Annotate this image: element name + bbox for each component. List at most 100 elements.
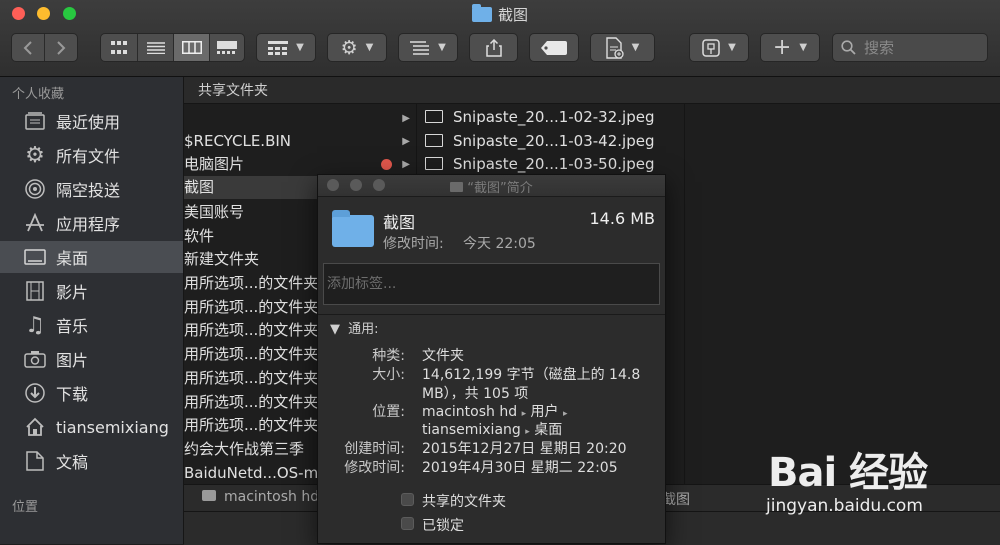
general-disclosure[interactable]: ▼ 通用: [330, 318, 379, 337]
action-menu-button[interactable]: ⚙ ▼ [327, 33, 387, 62]
item-label: 新建文件夹 [184, 250, 260, 268]
sidebar: 个人收藏 最近使用 ⚙ 所有文件 隔空投送 应用程序 桌面 影片 ♫ 音乐 图片… [0, 77, 184, 544]
item-label: Snipaste_20...1-03-50.jpeg [453, 155, 655, 173]
info-titlebar: “截图”简介 [318, 175, 665, 197]
chevron-down-icon: ▼ [631, 42, 640, 53]
list-icon [146, 41, 165, 54]
back-button[interactable] [12, 34, 45, 61]
chevron-down-icon: ▼ [365, 42, 374, 53]
document-add-icon [605, 36, 624, 59]
divider [318, 314, 665, 315]
path-disk[interactable]: macintosh hd [224, 489, 319, 505]
sidebar-item-label: 影片 [56, 283, 89, 302]
edit-tags-button[interactable] [529, 33, 579, 62]
item-label: 截图 [184, 178, 215, 196]
item-label: 约会大作战第三季 [184, 440, 305, 458]
item-label: Snipaste_20...1-03-42.jpeg [453, 132, 655, 150]
add-button[interactable]: + ▼ [760, 33, 820, 62]
list-item[interactable]: Snipaste_20...1-02-32.jpeg [417, 106, 685, 129]
sidebar-item-label: 所有文件 [56, 147, 121, 166]
sidebar-item-applications[interactable]: 应用程序 [0, 207, 183, 239]
get-info-panel: “截图”简介 截图 14.6 MB 修改时间: 今天 22:05 ▼ 通用: 种… [317, 174, 666, 544]
created-value: 2015年12月27日 星期日 20:20 [422, 441, 627, 457]
column-view-button[interactable] [174, 34, 210, 61]
gear-icon: ⚙ [340, 36, 358, 59]
path-segment: 桌面 [534, 422, 563, 438]
forward-button[interactable] [45, 34, 77, 61]
baidu-watermark-url: jingyan.baidu.com [766, 496, 923, 516]
sidebar-item-desktop[interactable]: 桌面 [0, 241, 183, 273]
path-segment: 用户 [530, 404, 559, 420]
archive-icon [702, 38, 720, 57]
sidebar-item-label: 下载 [56, 385, 89, 404]
list-item[interactable]: 电脑图片 ▶ [184, 153, 416, 176]
list-item[interactable]: Snipaste_20...1-03-42.jpeg [417, 130, 685, 153]
sidebar-item-downloads[interactable]: 下载 [0, 377, 183, 409]
path-arrow-icon: ▸ [525, 427, 530, 437]
path-arrow-icon: ▸ [521, 409, 527, 419]
gallery-view-button[interactable] [210, 34, 244, 61]
path-segment: tiansemixiang [422, 422, 521, 438]
archive-button[interactable]: ▼ [689, 33, 749, 62]
locked-checkbox[interactable] [401, 517, 414, 530]
sidebar-item-airdrop[interactable]: 隔空投送 [0, 173, 183, 205]
list-view-button[interactable] [138, 34, 174, 61]
list-item[interactable]: Snipaste_20...1-03-50.jpeg [417, 153, 685, 176]
section-label: 通用: [348, 322, 379, 337]
column-header-title: 共享文件夹 [198, 83, 268, 99]
tags-input[interactable] [323, 263, 660, 305]
path-current[interactable]: 截图 [662, 489, 690, 509]
kind-label: 种类: [372, 348, 405, 364]
item-label: 用所选项...的文件夹 [184, 416, 319, 434]
sidebar-item-movies[interactable]: 影片 [0, 275, 183, 307]
download-icon [24, 382, 46, 404]
columns-icon [181, 41, 202, 54]
arrange-button[interactable]: ▼ [398, 33, 458, 62]
item-label: 用所选项...的文件夹 [184, 274, 319, 292]
item-label: 用所选项...的文件夹 [184, 298, 319, 316]
sidebar-item-label: 桌面 [56, 249, 89, 268]
list-item[interactable]: $RECYCLE.BIN ▶ [184, 130, 416, 153]
folder-icon [471, 4, 492, 22]
sidebar-item-music[interactable]: ♫ 音乐 [0, 309, 183, 341]
modified-value: 2019年4月30日 星期二 22:05 [422, 460, 618, 476]
sidebar-item-recents[interactable]: 最近使用 [0, 105, 183, 137]
group-icon [268, 40, 289, 55]
folder-icon [450, 182, 464, 192]
search-field[interactable] [832, 33, 988, 62]
chevron-right-icon: ▶ [402, 159, 410, 170]
chevron-down-icon: ▼ [799, 42, 808, 53]
plus-icon: + [772, 34, 792, 60]
chevron-down-icon: ▼ [438, 42, 446, 53]
item-label: BaiduNetd...OS-mac [184, 464, 336, 482]
chevron-right-icon [57, 40, 66, 55]
info-size: 14.6 MB [589, 209, 656, 228]
shared-folder-checkbox[interactable] [401, 493, 414, 506]
gear-icon: ⚙ [25, 142, 45, 168]
list-item[interactable]: ▶ [184, 107, 416, 128]
image-file-icon [425, 134, 443, 147]
sidebar-item-label: 文稿 [56, 453, 89, 472]
disclosure-triangle-icon: ▼ [330, 322, 340, 337]
image-file-icon [425, 157, 443, 170]
image-file-icon [425, 110, 443, 123]
kind-value: 文件夹 [422, 348, 464, 364]
group-by-button[interactable]: ▼ [256, 33, 316, 62]
size-label: 大小: [372, 367, 405, 383]
window-toolbar: 截图 ▼ ⚙ ▼ ▼ ▼ ▼ + ▼ 搜索 [0, 0, 1000, 77]
chevron-right-icon: ▶ [402, 113, 410, 124]
size-value-line2: MB），共 105 项 [422, 386, 529, 402]
sidebar-item-pictures[interactable]: 图片 [0, 343, 183, 375]
item-label: 美国账号 [184, 203, 245, 221]
icon-view-button[interactable] [101, 34, 138, 61]
airdrop-icon [24, 178, 46, 200]
share-button[interactable] [469, 33, 518, 62]
sidebar-item-all-files[interactable]: ⚙ 所有文件 [0, 139, 183, 171]
sidebar-item-home[interactable]: tiansemixiang [0, 411, 183, 443]
search-input[interactable] [862, 37, 976, 58]
new-document-button[interactable]: ▼ [590, 33, 655, 62]
applications-icon [24, 212, 46, 234]
chevron-down-icon: ▼ [296, 42, 304, 53]
sidebar-item-documents[interactable]: 文稿 [0, 445, 183, 477]
size-value-line1: 14,612,199 字节（磁盘上的 14.8 [422, 367, 641, 383]
